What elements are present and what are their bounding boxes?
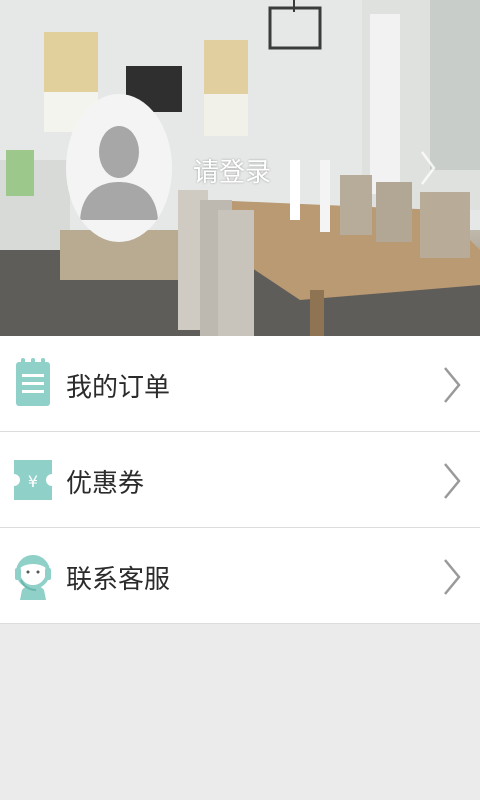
notepad-icon (16, 358, 50, 406)
menu-item-label: 联系客服 (66, 565, 171, 595)
customer-service-headset-icon (15, 555, 51, 600)
menu-item-customer-service[interactable]: 联系客服 (0, 528, 480, 624)
login-link[interactable]: 请登录 (193, 152, 271, 189)
menu-list: 我的订单 ¥ 优惠券 联系客服 (0, 336, 480, 624)
coupon-yen-icon: ¥ (14, 460, 52, 500)
menu-item-my-orders[interactable]: 我的订单 (0, 336, 480, 432)
chevron-right-icon (444, 367, 461, 403)
menu-item-label: 优惠券 (66, 469, 145, 499)
svg-text:¥: ¥ (28, 472, 38, 491)
menu-item-coupons[interactable]: ¥ 优惠券 (0, 432, 480, 528)
profile-header: 请登录 (0, 0, 480, 336)
avatar[interactable] (66, 94, 172, 242)
chevron-right-icon (444, 559, 461, 595)
user-silhouette-icon (80, 126, 158, 220)
menu-item-label: 我的订单 (66, 373, 171, 403)
chevron-right-icon[interactable] (420, 150, 436, 186)
chevron-right-icon (444, 463, 461, 499)
